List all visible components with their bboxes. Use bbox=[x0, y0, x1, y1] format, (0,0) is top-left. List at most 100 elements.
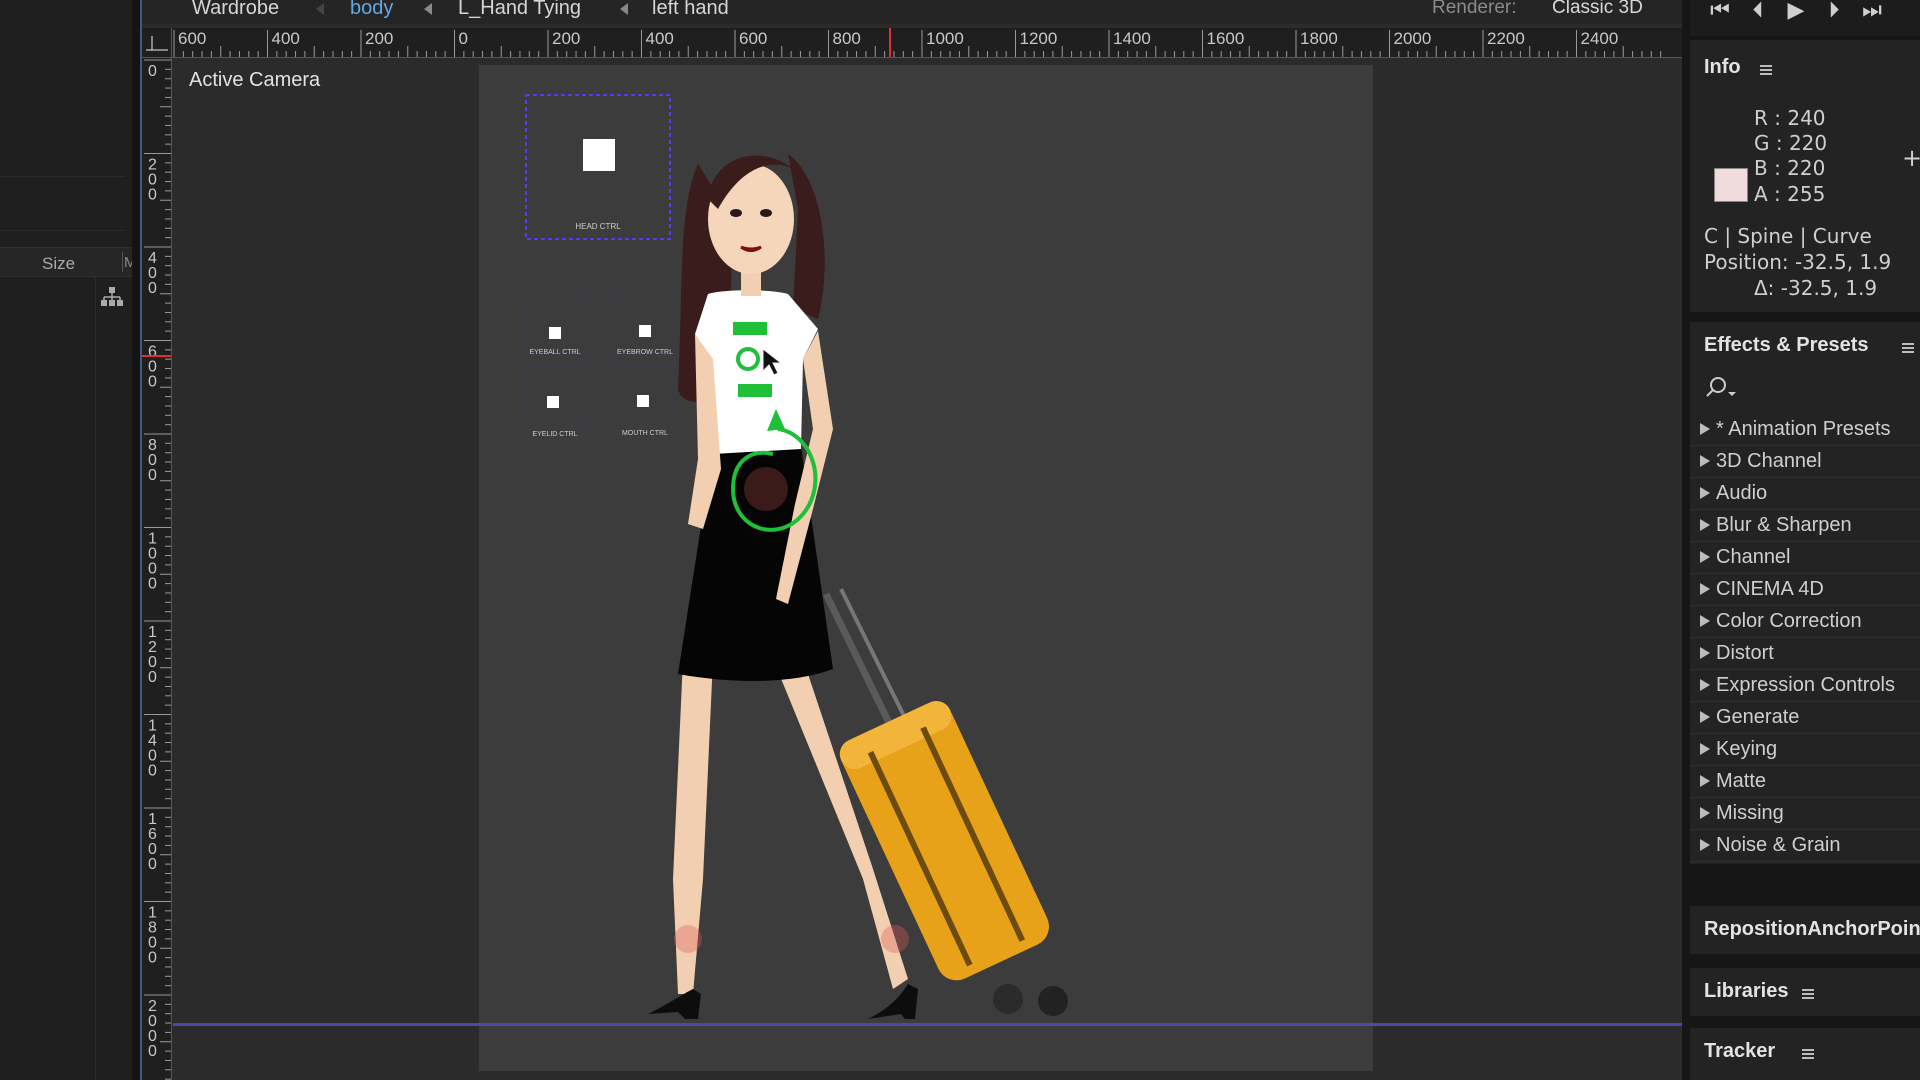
effects-category-item[interactable]: * Animation Presets bbox=[1690, 414, 1920, 446]
expand-arrow-icon[interactable] bbox=[1700, 551, 1710, 563]
expand-arrow-icon[interactable] bbox=[1700, 807, 1710, 819]
expand-arrow-icon[interactable] bbox=[1700, 711, 1710, 723]
ruler-tick-label: 400 bbox=[646, 29, 674, 48]
ruler-tick-label: 2000 bbox=[1394, 29, 1432, 48]
mouth-control[interactable] bbox=[614, 363, 676, 425]
expand-arrow-icon[interactable] bbox=[1700, 455, 1710, 467]
panel-menu-icon[interactable] bbox=[1902, 343, 1914, 353]
effects-category-label: * Animation Presets bbox=[1716, 418, 1891, 440]
effects-category-item[interactable]: Keying bbox=[1690, 734, 1920, 766]
breadcrumb-item-body[interactable]: body bbox=[350, 0, 393, 20]
reposition-anchor-title[interactable]: RepositionAnchorPoint bbox=[1704, 918, 1920, 941]
effects-category-label: Keying bbox=[1716, 738, 1778, 760]
effects-category-item[interactable]: Distort bbox=[1690, 638, 1920, 670]
renderer-label: Renderer: bbox=[1432, 0, 1517, 18]
play-icon[interactable]: ▶ bbox=[1780, 0, 1812, 24]
expand-arrow-icon[interactable] bbox=[1700, 647, 1710, 659]
expand-arrow-icon[interactable] bbox=[1700, 519, 1710, 531]
breadcrumb-item-wardrobe[interactable]: Wardrobe bbox=[192, 0, 279, 20]
composition-area[interactable]: Active Camera HEAD CTRL EYEBALL CTRL EYE… bbox=[173, 59, 1684, 1080]
expand-arrow-icon[interactable] bbox=[1700, 775, 1710, 787]
breadcrumb-item-left-hand[interactable]: left hand bbox=[652, 0, 729, 20]
ruler-tick-label: 1600 bbox=[148, 811, 157, 873]
ruler-tick-label: 200 bbox=[365, 29, 393, 48]
ruler-tick-label: 2000 bbox=[148, 998, 157, 1060]
expand-arrow-icon[interactable] bbox=[1700, 487, 1710, 499]
horizontal-ruler[interactable]: 600 400 200 0 200 400 600 800 1000 1200 1400 1600 18… bbox=[172, 28, 1684, 58]
eyebrow-control[interactable] bbox=[614, 292, 676, 354]
ruler-tick-label: 800 bbox=[833, 29, 861, 48]
panel-menu-icon[interactable] bbox=[1760, 65, 1772, 75]
panel-menu-icon[interactable] bbox=[1802, 989, 1814, 999]
effects-category-label: Matte bbox=[1716, 770, 1767, 792]
breadcrumb-item-l-hand-tying[interactable]: L_Hand Tying bbox=[458, 0, 581, 20]
effects-category-item[interactable]: CINEMA 4D bbox=[1690, 574, 1920, 606]
effects-category-item[interactable]: 3D Channel bbox=[1690, 446, 1920, 478]
libraries-title[interactable]: Libraries bbox=[1704, 980, 1788, 1003]
ruler-tick-label: 200 bbox=[148, 157, 157, 204]
effects-category-label: Missing bbox=[1716, 802, 1784, 824]
ruler-tick-label: 400 bbox=[148, 250, 157, 297]
effects-category-item[interactable]: Blur & Sharpen bbox=[1690, 510, 1920, 542]
effects-category-label: Noise & Grain bbox=[1716, 834, 1841, 856]
breadcrumb: Wardrobe body L_Hand Tying left hand Ren… bbox=[142, 0, 1684, 24]
eyebrow-control-label: EYEBROW CTRL bbox=[617, 349, 673, 356]
effects-category-item[interactable]: Missing bbox=[1690, 798, 1920, 830]
effects-category-item[interactable]: Channel bbox=[1690, 542, 1920, 574]
effects-category-item[interactable]: Matte bbox=[1690, 766, 1920, 798]
ruler-origin[interactable] bbox=[142, 28, 172, 58]
expand-arrow-icon[interactable] bbox=[1700, 583, 1710, 595]
flowchart-icon[interactable] bbox=[100, 285, 124, 309]
effects-category-item[interactable]: Noise & Grain bbox=[1690, 830, 1920, 862]
expand-arrow-icon[interactable] bbox=[1700, 839, 1710, 851]
search-icon[interactable] bbox=[1704, 374, 1738, 402]
renderer-dropdown[interactable]: Classic 3D bbox=[1552, 0, 1643, 19]
tracker-title[interactable]: Tracker bbox=[1704, 1040, 1775, 1063]
effects-category-item[interactable]: Generate bbox=[1690, 702, 1920, 734]
expand-arrow-icon[interactable] bbox=[1700, 743, 1710, 755]
ruler-tick-label: 600 bbox=[178, 29, 206, 48]
info-a-value: A : 255 bbox=[1754, 182, 1826, 206]
effects-category-item[interactable]: Color Correction bbox=[1690, 606, 1920, 638]
first-frame-icon[interactable]: ⏮ bbox=[1704, 0, 1736, 24]
effects-presets-title[interactable]: Effects & Presets bbox=[1704, 334, 1869, 357]
ruler-tick-label: 2200 bbox=[1487, 29, 1525, 48]
expand-arrow-icon[interactable] bbox=[1700, 615, 1710, 627]
head-control-handle[interactable] bbox=[583, 139, 615, 171]
next-frame-icon[interactable]: ⏵ bbox=[1818, 0, 1850, 24]
head-control[interactable] bbox=[525, 94, 671, 240]
info-panel-title[interactable]: Info bbox=[1704, 56, 1741, 79]
breadcrumb-arrow-icon bbox=[316, 3, 324, 15]
previous-frame-icon[interactable]: ⏴ bbox=[1742, 0, 1774, 24]
eyelid-control[interactable] bbox=[524, 363, 586, 425]
info-position-line: Position: -32.5, 1.9 bbox=[1704, 250, 1892, 274]
effects-category-label: Generate bbox=[1716, 706, 1800, 728]
info-layer-line: C | Spine | Curve bbox=[1704, 224, 1872, 248]
expand-arrow-icon[interactable] bbox=[1700, 679, 1710, 691]
ruler-tick-label: 0 bbox=[148, 63, 157, 80]
column-line bbox=[95, 277, 96, 1080]
panel-menu-icon[interactable] bbox=[1802, 1049, 1814, 1059]
effects-category-label: Expression Controls bbox=[1716, 674, 1895, 696]
last-frame-icon[interactable]: ⏭ bbox=[1856, 0, 1888, 24]
effects-category-label: Color Correction bbox=[1716, 610, 1862, 632]
expand-arrow-icon[interactable] bbox=[1700, 423, 1710, 435]
size-column-header[interactable]: Size bbox=[42, 254, 75, 274]
vertical-ruler[interactable]: 0 200 400 600 800 1000 1200 1400 1600 1800 2000 bbox=[142, 58, 172, 1080]
info-delta-line: Δ: -32.5, 1.9 bbox=[1754, 276, 1878, 300]
effects-category-item[interactable]: Audio bbox=[1690, 478, 1920, 510]
ground-guide-line[interactable] bbox=[173, 1023, 1684, 1026]
effects-category-item[interactable]: Expression Controls bbox=[1690, 670, 1920, 702]
ruler-tick-label: 2400 bbox=[1581, 29, 1619, 48]
effects-search-input[interactable] bbox=[1704, 374, 1920, 410]
divider bbox=[0, 230, 125, 231]
eyeball-control[interactable] bbox=[524, 292, 586, 354]
tracker-panel: Tracker bbox=[1690, 1028, 1920, 1080]
character-illustration[interactable] bbox=[648, 154, 1068, 1019]
preview-controls: ⏮ ⏴ ▶ ⏵ ⏭ bbox=[1690, 0, 1920, 36]
effects-category-label: Channel bbox=[1716, 546, 1791, 568]
column-header-row: Size M bbox=[0, 247, 137, 277]
column-divider[interactable] bbox=[122, 252, 123, 272]
ruler-tick-label: 1600 bbox=[1207, 29, 1245, 48]
ruler-tick-label: 1800 bbox=[1300, 29, 1338, 48]
